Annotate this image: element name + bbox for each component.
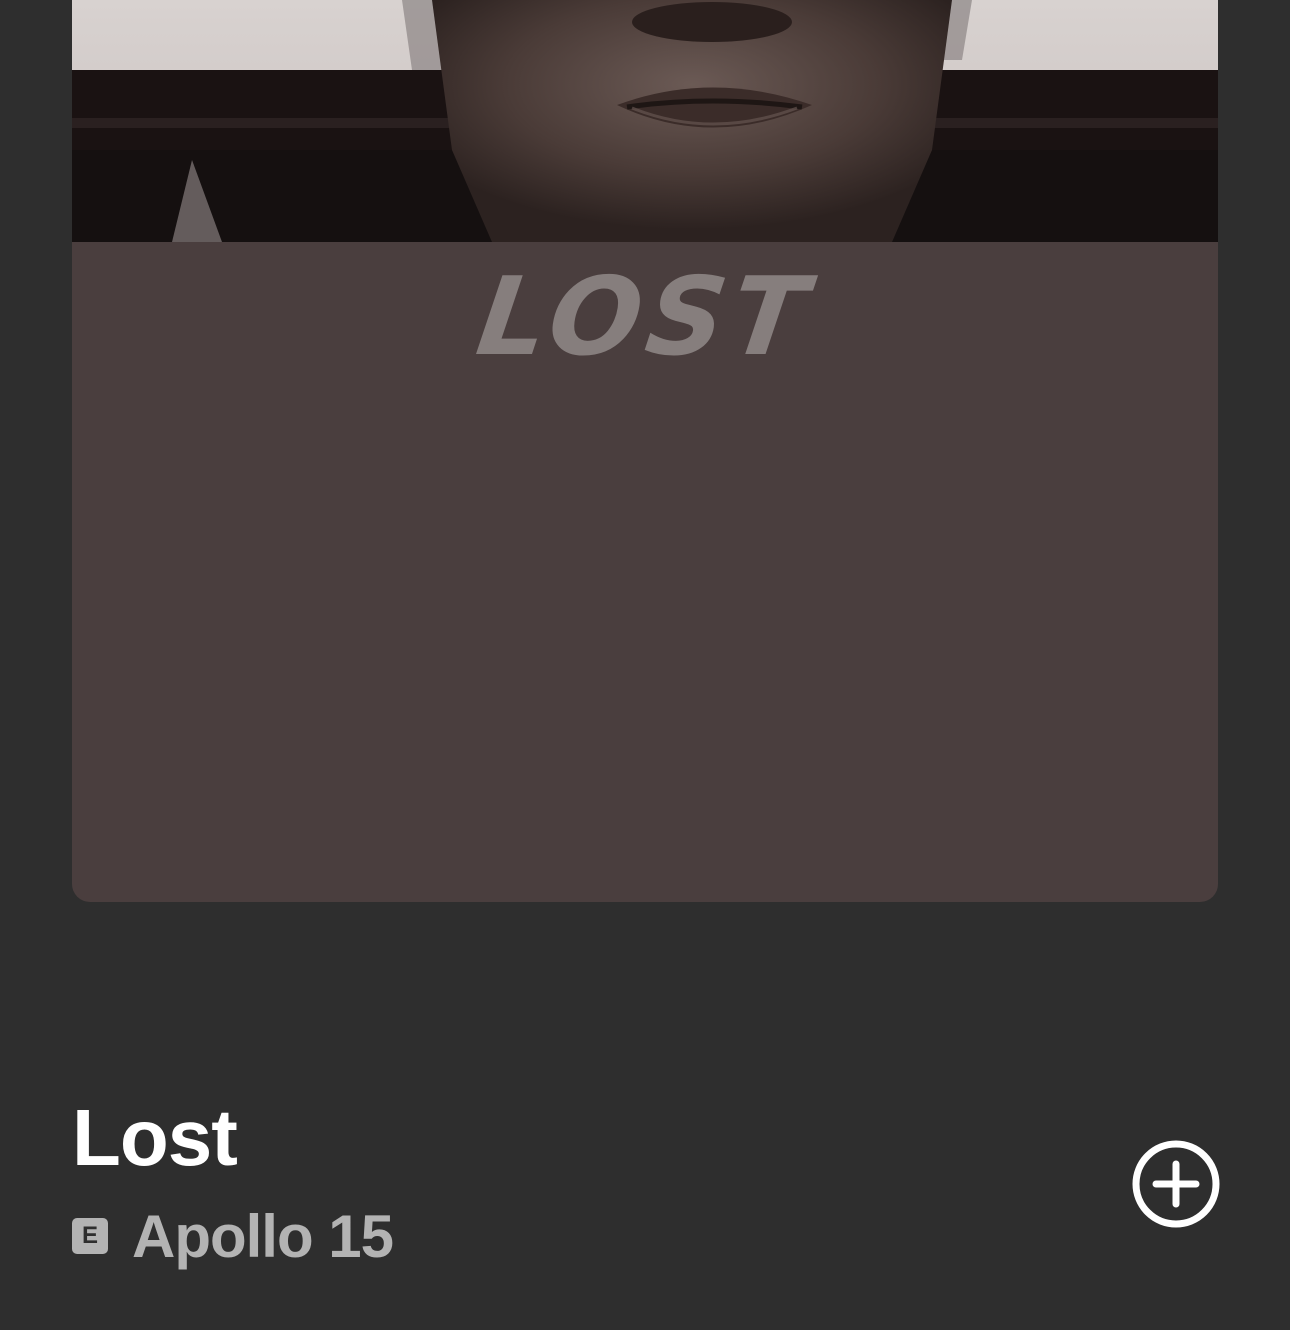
plus-circle-icon (1132, 1140, 1220, 1228)
cover-artwork-text: LOST (470, 255, 820, 380)
explicit-badge: E (72, 1218, 108, 1254)
cover-photo (72, 0, 1218, 242)
track-title[interactable]: Lost (72, 1098, 238, 1178)
artist-row: E Apollo 15 (72, 1202, 394, 1271)
add-to-library-button[interactable] (1128, 1136, 1224, 1232)
artist-name[interactable]: Apollo 15 (132, 1202, 394, 1271)
now-playing-screen: LOST Lost E Apollo 15 (0, 0, 1290, 1330)
album-cover: LOST (72, 0, 1218, 902)
